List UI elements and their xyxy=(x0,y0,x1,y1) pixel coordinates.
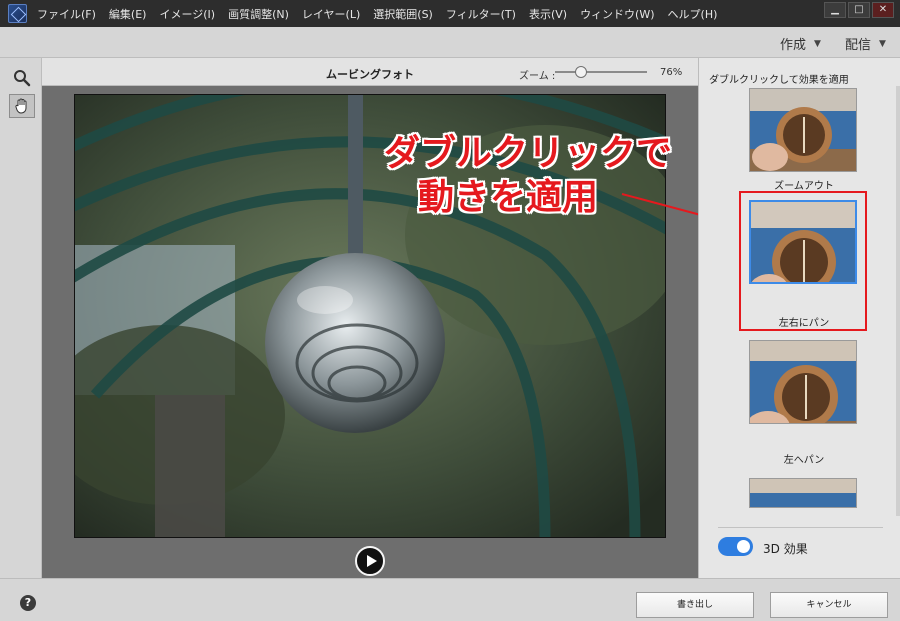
minimize-button[interactable]: ▁ xyxy=(824,2,846,18)
menu-image[interactable]: イメージ(I) xyxy=(159,6,215,22)
create-menu-button[interactable]: 作成 ▼ xyxy=(780,34,821,53)
app-logo-icon[interactable] xyxy=(8,4,27,23)
menu-edit[interactable]: 編集(E) xyxy=(109,6,147,22)
close-button[interactable]: ✕ xyxy=(872,2,894,18)
effect-label-zoom-out: ズームアウト xyxy=(774,181,834,192)
3d-effect-label: 3D 効果 xyxy=(763,542,808,556)
menu-select[interactable]: 選択範囲(S) xyxy=(373,6,433,22)
menu-file[interactable]: ファイル(F) xyxy=(37,6,96,22)
highlight-box xyxy=(739,191,867,331)
zoom-slider-track[interactable] xyxy=(555,71,647,73)
compass-thumbnail xyxy=(750,89,856,171)
menu-enhance[interactable]: 画質調整(N) xyxy=(228,6,289,22)
editor-title: ムービングフォト xyxy=(326,68,414,81)
panel-divider xyxy=(718,527,883,528)
bottom-bar: ? 書き出し キャンセル xyxy=(0,578,900,621)
cancel-button[interactable]: キャンセル xyxy=(770,592,888,618)
zoom-tool[interactable] xyxy=(9,66,35,90)
maximize-button[interactable]: □ xyxy=(848,2,870,18)
zoom-slider-thumb[interactable] xyxy=(575,66,587,78)
caret-down-icon: ▼ xyxy=(814,38,821,49)
effect-thumb-partial[interactable] xyxy=(749,478,857,508)
3d-effect-toggle[interactable] xyxy=(718,537,753,556)
hand-icon xyxy=(15,98,27,114)
menu-view[interactable]: 表示(V) xyxy=(529,6,567,22)
help-icon[interactable]: ? xyxy=(20,595,36,611)
share-menu-button[interactable]: 配信 ▼ xyxy=(845,34,886,53)
zoom-value: 76% xyxy=(660,67,683,78)
compass-thumbnail xyxy=(750,479,856,507)
hand-tool[interactable] xyxy=(9,94,35,118)
panel-scrollbar[interactable] xyxy=(896,86,900,516)
menu-window[interactable]: ウィンドウ(W) xyxy=(580,6,654,22)
action-bar: 作成 ▼ 配信 ▼ xyxy=(0,27,900,58)
export-button[interactable]: 書き出し xyxy=(636,592,754,618)
effect-thumb-pan-left[interactable] xyxy=(749,340,857,424)
window-controls: ▁ □ ✕ xyxy=(822,2,894,18)
editor-header: ムービングフォト ズーム : 76% xyxy=(42,58,698,86)
share-label: 配信 xyxy=(845,38,872,53)
menu-help[interactable]: ヘルプ(H) xyxy=(668,6,718,22)
panel-header: ダブルクリックして効果を適用 xyxy=(709,75,849,86)
effect-label-pan-left: 左へパン xyxy=(783,455,825,466)
effect-thumb-zoom-out[interactable] xyxy=(749,88,857,172)
play-button[interactable] xyxy=(355,546,385,576)
menu-bar: ファイル(F) 編集(E) イメージ(I) 画質調整(N) レイヤー(L) 選択… xyxy=(0,0,900,27)
magnifier-icon xyxy=(14,70,31,87)
caret-down-icon: ▼ xyxy=(879,38,886,49)
create-label: 作成 xyxy=(780,38,807,53)
zoom-label: ズーム : xyxy=(519,71,556,82)
compass-thumbnail xyxy=(750,341,856,423)
annotation-line-2: 動きを適用 xyxy=(418,177,599,218)
tool-panel xyxy=(0,58,42,578)
menu-layer[interactable]: レイヤー(L) xyxy=(302,6,360,22)
menu-filter[interactable]: フィルター(T) xyxy=(446,6,516,22)
